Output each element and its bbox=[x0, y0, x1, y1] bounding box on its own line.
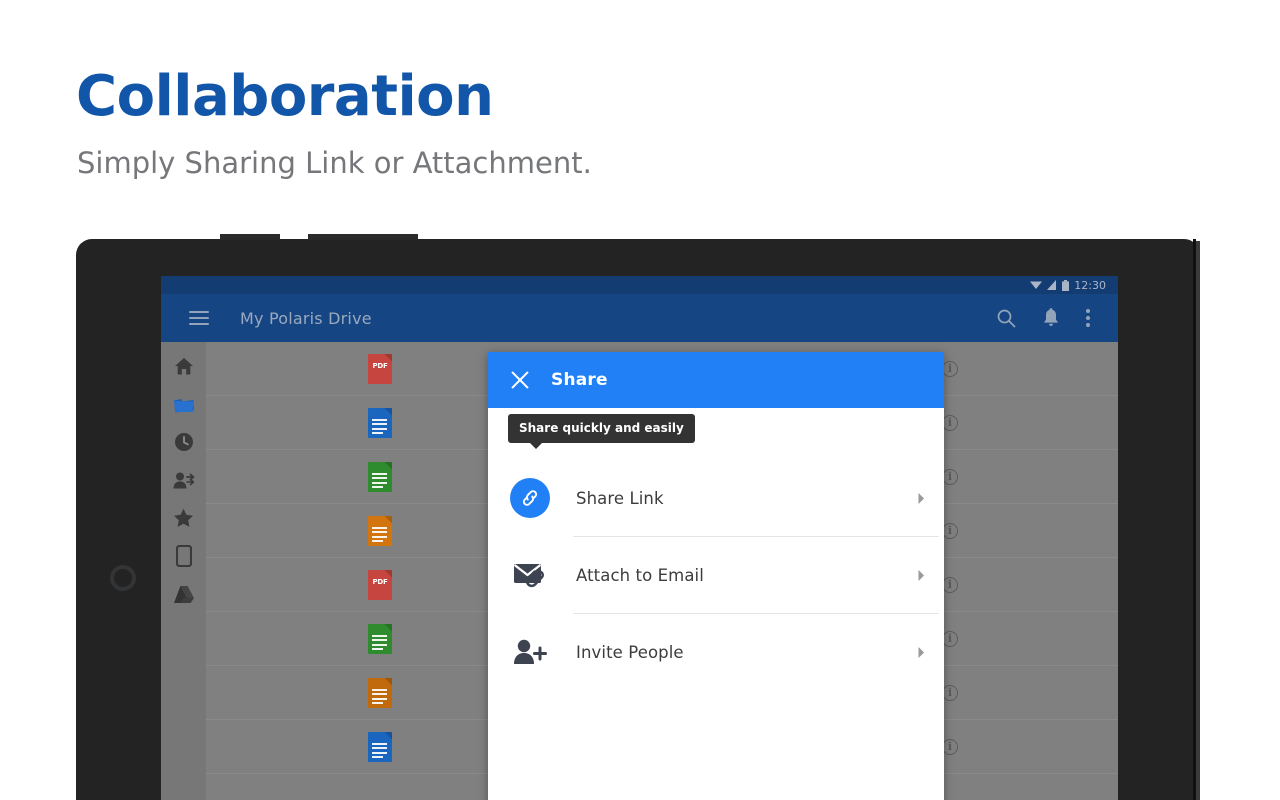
email-attachment-icon-wrap bbox=[510, 555, 550, 595]
sidebar-item-shared[interactable] bbox=[172, 468, 196, 492]
google-drive-icon bbox=[173, 585, 195, 604]
sidebar-item-recent[interactable] bbox=[172, 430, 196, 454]
navigation-sidebar bbox=[161, 342, 206, 800]
sidebar-item-starred[interactable] bbox=[172, 506, 196, 530]
share-option-share-link[interactable]: Share Link bbox=[488, 460, 944, 536]
share-tooltip: Share quickly and easily bbox=[508, 414, 695, 443]
link-chain-icon bbox=[510, 478, 550, 518]
app-title: My Polaris Drive bbox=[240, 309, 372, 328]
email-attachment-icon bbox=[513, 560, 547, 590]
share-option-attach-to-email[interactable]: Attach to Email bbox=[488, 537, 944, 613]
star-icon bbox=[173, 508, 194, 528]
person-add-icon bbox=[513, 638, 547, 666]
share-option-label: Share Link bbox=[576, 489, 664, 508]
info-icon[interactable]: i bbox=[942, 685, 958, 701]
share-option-label: Attach to Email bbox=[576, 566, 704, 585]
toolbar-actions bbox=[996, 308, 1102, 328]
status-bar: 12:30 bbox=[161, 276, 1118, 294]
page-title: Collaboration bbox=[76, 62, 494, 132]
shared-user-icon bbox=[173, 471, 195, 490]
info-icon[interactable]: i bbox=[942, 523, 958, 539]
notifications-bell-icon[interactable] bbox=[1042, 308, 1060, 328]
chevron-right-icon bbox=[917, 569, 926, 582]
tablet-screen: 12:30 My Polaris Drive bbox=[161, 276, 1118, 800]
share-dialog-title: Share bbox=[551, 370, 608, 390]
folder-icon bbox=[173, 395, 195, 414]
tablet-device-frame: 12:30 My Polaris Drive bbox=[76, 239, 1200, 800]
share-dialog: Share Share quickly and easily bbox=[488, 352, 944, 800]
home-button[interactable] bbox=[110, 565, 136, 591]
person-add-icon-wrap bbox=[510, 632, 550, 672]
sidebar-item-google-drive[interactable] bbox=[172, 582, 196, 606]
promo-page: Collaboration Simply Sharing Link or Att… bbox=[0, 0, 1280, 800]
info-icon[interactable]: i bbox=[942, 415, 958, 431]
presentation-icon bbox=[368, 678, 392, 708]
bezel-side-seam bbox=[1193, 239, 1196, 800]
overflow-menu-icon[interactable] bbox=[1086, 309, 1090, 327]
sidebar-item-home[interactable] bbox=[172, 354, 196, 378]
device-phone-icon bbox=[176, 545, 192, 567]
presentation-icon bbox=[368, 516, 392, 546]
chevron-right-icon bbox=[917, 646, 926, 659]
close-icon[interactable] bbox=[510, 370, 530, 390]
hamburger-menu-icon[interactable] bbox=[189, 311, 209, 325]
bezel-notch-right bbox=[308, 234, 418, 240]
clock-icon bbox=[174, 432, 194, 452]
bezel-notch-left bbox=[220, 234, 280, 240]
page-subtitle: Simply Sharing Link or Attachment. bbox=[77, 143, 592, 183]
sidebar-item-my-folder[interactable] bbox=[172, 392, 196, 416]
info-icon[interactable]: i bbox=[942, 577, 958, 593]
share-dialog-header: Share bbox=[488, 352, 944, 408]
spreadsheet-icon bbox=[368, 624, 392, 654]
status-bar-time: 12:30 bbox=[1074, 280, 1106, 291]
search-icon[interactable] bbox=[996, 308, 1016, 328]
battery-icon bbox=[1062, 280, 1069, 291]
signal-icon bbox=[1047, 280, 1057, 290]
info-icon[interactable]: i bbox=[942, 739, 958, 755]
home-icon bbox=[174, 357, 194, 376]
chevron-right-icon bbox=[917, 492, 926, 505]
sidebar-item-device[interactable] bbox=[172, 544, 196, 568]
wifi-icon bbox=[1030, 280, 1042, 290]
word-document-icon bbox=[368, 408, 392, 438]
pdf-file-icon: PDF bbox=[368, 354, 392, 384]
pdf-file-icon: PDF bbox=[368, 570, 392, 600]
info-icon[interactable]: i bbox=[942, 469, 958, 485]
spreadsheet-icon bbox=[368, 462, 392, 492]
share-option-invite-people[interactable]: Invite People bbox=[488, 614, 944, 690]
info-icon[interactable]: i bbox=[942, 361, 958, 377]
info-icon[interactable]: i bbox=[942, 631, 958, 647]
bezel-side-edge bbox=[1196, 241, 1200, 800]
link-chain-icon-wrap bbox=[510, 478, 550, 518]
share-dialog-body: Share quickly and easily bbox=[488, 408, 944, 690]
share-option-label: Invite People bbox=[576, 643, 684, 662]
word-document-icon bbox=[368, 732, 392, 762]
app-toolbar: My Polaris Drive bbox=[161, 294, 1118, 342]
